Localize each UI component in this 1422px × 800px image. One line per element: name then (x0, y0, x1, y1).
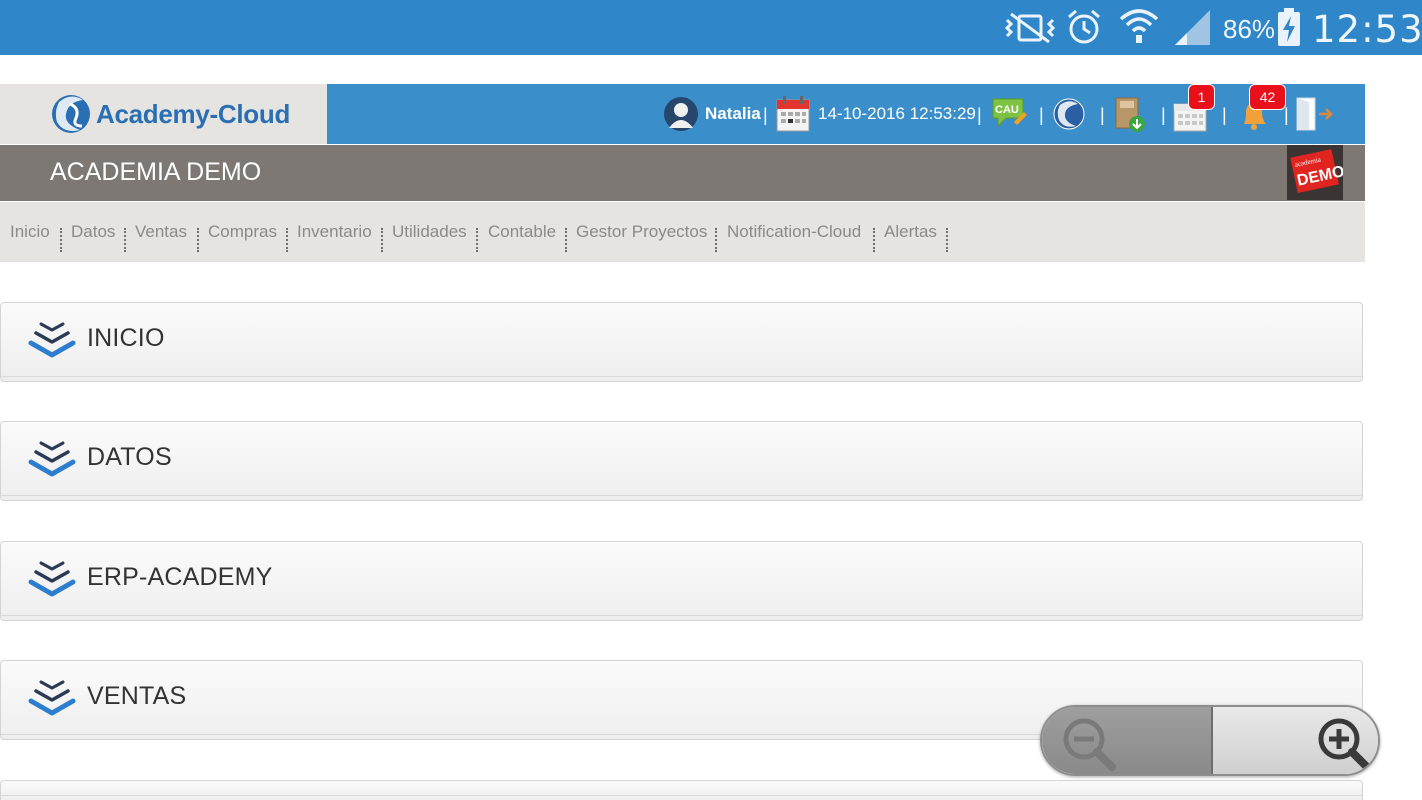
signal-icon (1173, 8, 1213, 51)
logout-door-icon[interactable] (1295, 96, 1335, 137)
academia-bar: ACADEMIA DEMO academia DEMO (0, 145, 1365, 201)
document-download-icon[interactable] (1113, 96, 1147, 137)
panel-datos[interactable]: DATOS (0, 421, 1363, 501)
menu-separator (381, 228, 383, 252)
header-separator: | (977, 105, 982, 125)
academy-cloud-globe-icon[interactable] (1053, 98, 1085, 135)
cau-label: CAU (995, 104, 1019, 116)
menu-item-inicio[interactable]: Inicio (10, 222, 50, 242)
cau-chat-icon[interactable]: CAU (990, 96, 1028, 137)
panel-title: ERP-ACADEMY (87, 563, 273, 591)
zoom-control (1040, 705, 1380, 776)
menu-item-notification-cloud[interactable]: Notification-Cloud (727, 222, 861, 242)
zoom-out-icon (1060, 715, 1118, 774)
panel-erp-academy[interactable]: ERP-ACADEMY (0, 541, 1363, 621)
panel-inicio[interactable]: INICIO (0, 302, 1363, 382)
menu-separator (197, 228, 199, 252)
menu-item-contable[interactable]: Contable (488, 222, 556, 242)
alarm-icon (1065, 8, 1103, 51)
header-separator: | (763, 105, 768, 125)
panel-title: VENTAS (87, 682, 187, 710)
status-bar: 86% 12:53 (0, 0, 1422, 55)
calendar-icon[interactable] (776, 96, 810, 137)
status-time: 12:53 (1312, 8, 1422, 51)
user-avatar-icon[interactable] (663, 96, 699, 137)
menu-separator (286, 228, 288, 252)
user-name[interactable]: Natalia (705, 84, 761, 144)
panel-next[interactable] (0, 780, 1363, 800)
chevron-double-down-icon (28, 559, 76, 604)
academy-cloud-logo-icon (50, 92, 92, 141)
menu-item-datos[interactable]: Datos (71, 222, 115, 242)
main-menu: Inicio Datos Ventas Compras Inventario U… (0, 202, 1365, 262)
chevron-double-down-icon (28, 320, 76, 365)
header-datetime: 14-10-2016 12:53:29 (818, 104, 976, 123)
zoom-out-button[interactable] (1042, 707, 1212, 774)
panel-title: INICIO (87, 324, 165, 352)
battery-charging-icon (1277, 8, 1301, 51)
academia-demo-logo: academia DEMO (1287, 145, 1346, 200)
menu-item-utilidades[interactable]: Utilidades (392, 222, 467, 242)
menu-separator (946, 228, 948, 252)
chevron-double-down-icon (28, 678, 76, 723)
alerts-badge: 42 (1249, 84, 1286, 110)
wifi-icon (1118, 5, 1160, 52)
menu-separator (873, 228, 875, 252)
chevron-double-down-icon (28, 439, 76, 484)
menu-separator (124, 228, 126, 252)
menu-separator (60, 228, 62, 252)
menu-item-gestor-proyectos[interactable]: Gestor Proyectos (576, 222, 707, 242)
header-separator: | (1284, 105, 1289, 125)
vibrate-mute-icon (1003, 10, 1057, 51)
menu-item-compras[interactable]: Compras (208, 222, 277, 242)
app-header: Academy-Cloud Natalia | 14-10-2016 12:53… (0, 84, 1365, 144)
header-separator: | (1039, 105, 1044, 125)
zoom-in-button[interactable] (1213, 707, 1378, 774)
menu-separator (476, 228, 478, 252)
header-separator: | (1161, 105, 1166, 125)
menu-separator (565, 228, 567, 252)
menu-item-alertas[interactable]: Alertas (884, 222, 937, 242)
battery-percent: 86% (1223, 14, 1276, 44)
calendar-badge: 1 (1188, 84, 1215, 110)
menu-item-ventas[interactable]: Ventas (135, 222, 187, 242)
app-name: Academy-Cloud (96, 99, 291, 129)
menu-separator (715, 228, 717, 252)
header-separator: | (1222, 105, 1227, 125)
menu-item-inventario[interactable]: Inventario (297, 222, 372, 242)
panel-title: DATOS (87, 443, 172, 471)
zoom-in-icon (1313, 715, 1373, 774)
academia-title: ACADEMIA DEMO (50, 158, 262, 186)
app-logo[interactable]: Academy-Cloud (0, 84, 327, 144)
header-separator: | (1100, 105, 1105, 125)
